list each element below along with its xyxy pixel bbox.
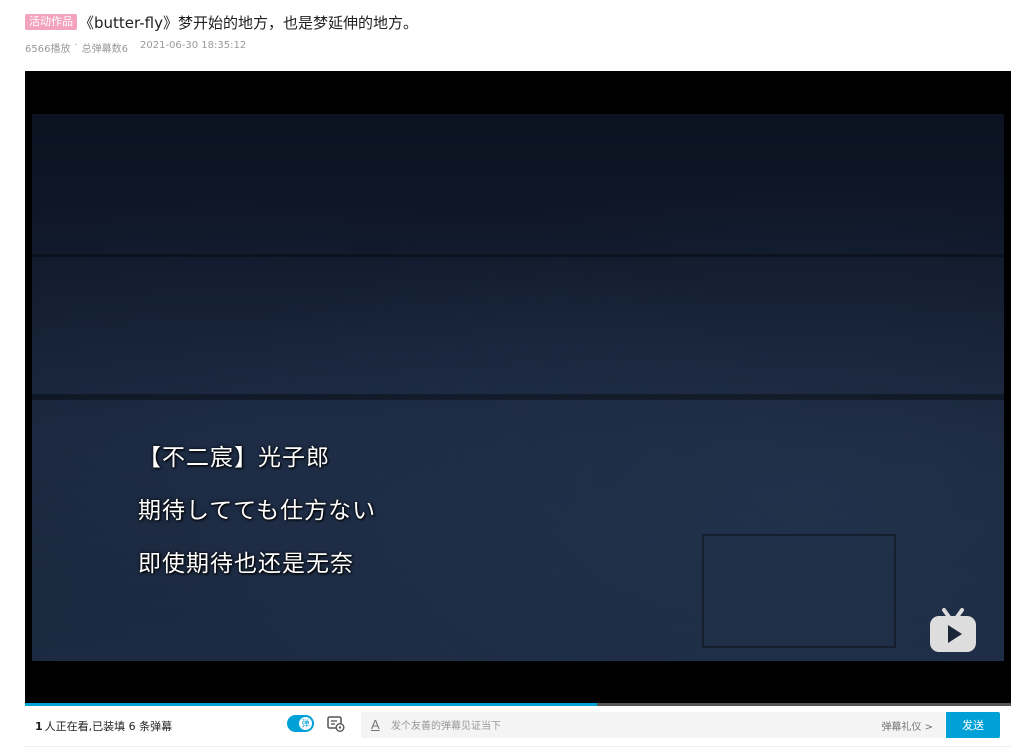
subtitle-line-1: 【不二宸】光子郎: [138, 445, 330, 471]
danmaku-toggle-knob: 弹: [299, 717, 312, 730]
send-danmaku-button[interactable]: 发送: [946, 712, 1000, 738]
subtitle-line-3: 即使期待也还是无奈: [138, 551, 354, 577]
subtitle-line-2: 期待してても仕方ない: [138, 498, 377, 524]
danmaku-etiquette-link[interactable]: 弹幕礼仪 >: [881, 718, 933, 733]
video-meta: 6566播放 · 总弹幕数6 2021-06-30 18:35:12: [25, 40, 1015, 55]
video-frame[interactable]: 【不二宸】光子郎 期待してても仕方ない 即使期待也还是无奈: [32, 114, 1004, 661]
meta-separator: ·: [74, 40, 78, 51]
subtitle-block: 【不二宸】光子郎 期待してても仕方ない 即使期待也还是无奈: [138, 432, 376, 591]
danmaku-control-bar: 1人正在看,已装填 6 条弹幕 弹 A 弹幕礼仪 > 发送: [25, 706, 1011, 747]
title-row: 活动作品 《butter-fly》梦开始的地方，也是梦延伸的地方。: [25, 10, 1015, 34]
activity-tag[interactable]: 活动作品: [25, 14, 77, 30]
viewer-status: 1 人正在看,已装填 6 条弹幕: [35, 718, 172, 734]
danmaku-input[interactable]: [389, 715, 833, 737]
danmaku-input-box: A 弹幕礼仪 >: [361, 712, 945, 738]
font-style-icon[interactable]: A: [371, 717, 380, 732]
publish-time: 2021-06-30 18:35:12: [140, 40, 247, 51]
danmaku-toggle[interactable]: 弹: [287, 715, 314, 732]
viewer-count: 1: [35, 720, 43, 733]
danmaku-total: 总弹幕数6: [81, 44, 129, 55]
video-title: 《butter-fly》梦开始的地方，也是梦延伸的地方。: [79, 13, 418, 32]
bilibili-tv-icon: [930, 608, 976, 652]
video-player[interactable]: 【不二宸】光子郎 期待してても仕方ない 即使期待也还是无奈: [25, 71, 1011, 703]
danmaku-settings-icon[interactable]: [327, 716, 345, 732]
video-header: 活动作品 《butter-fly》梦开始的地方，也是梦延伸的地方。 6566播放…: [25, 10, 1015, 60]
play-count: 6566播放: [25, 44, 71, 55]
viewer-text: 人正在看,已装填 6 条弹幕: [44, 720, 173, 733]
